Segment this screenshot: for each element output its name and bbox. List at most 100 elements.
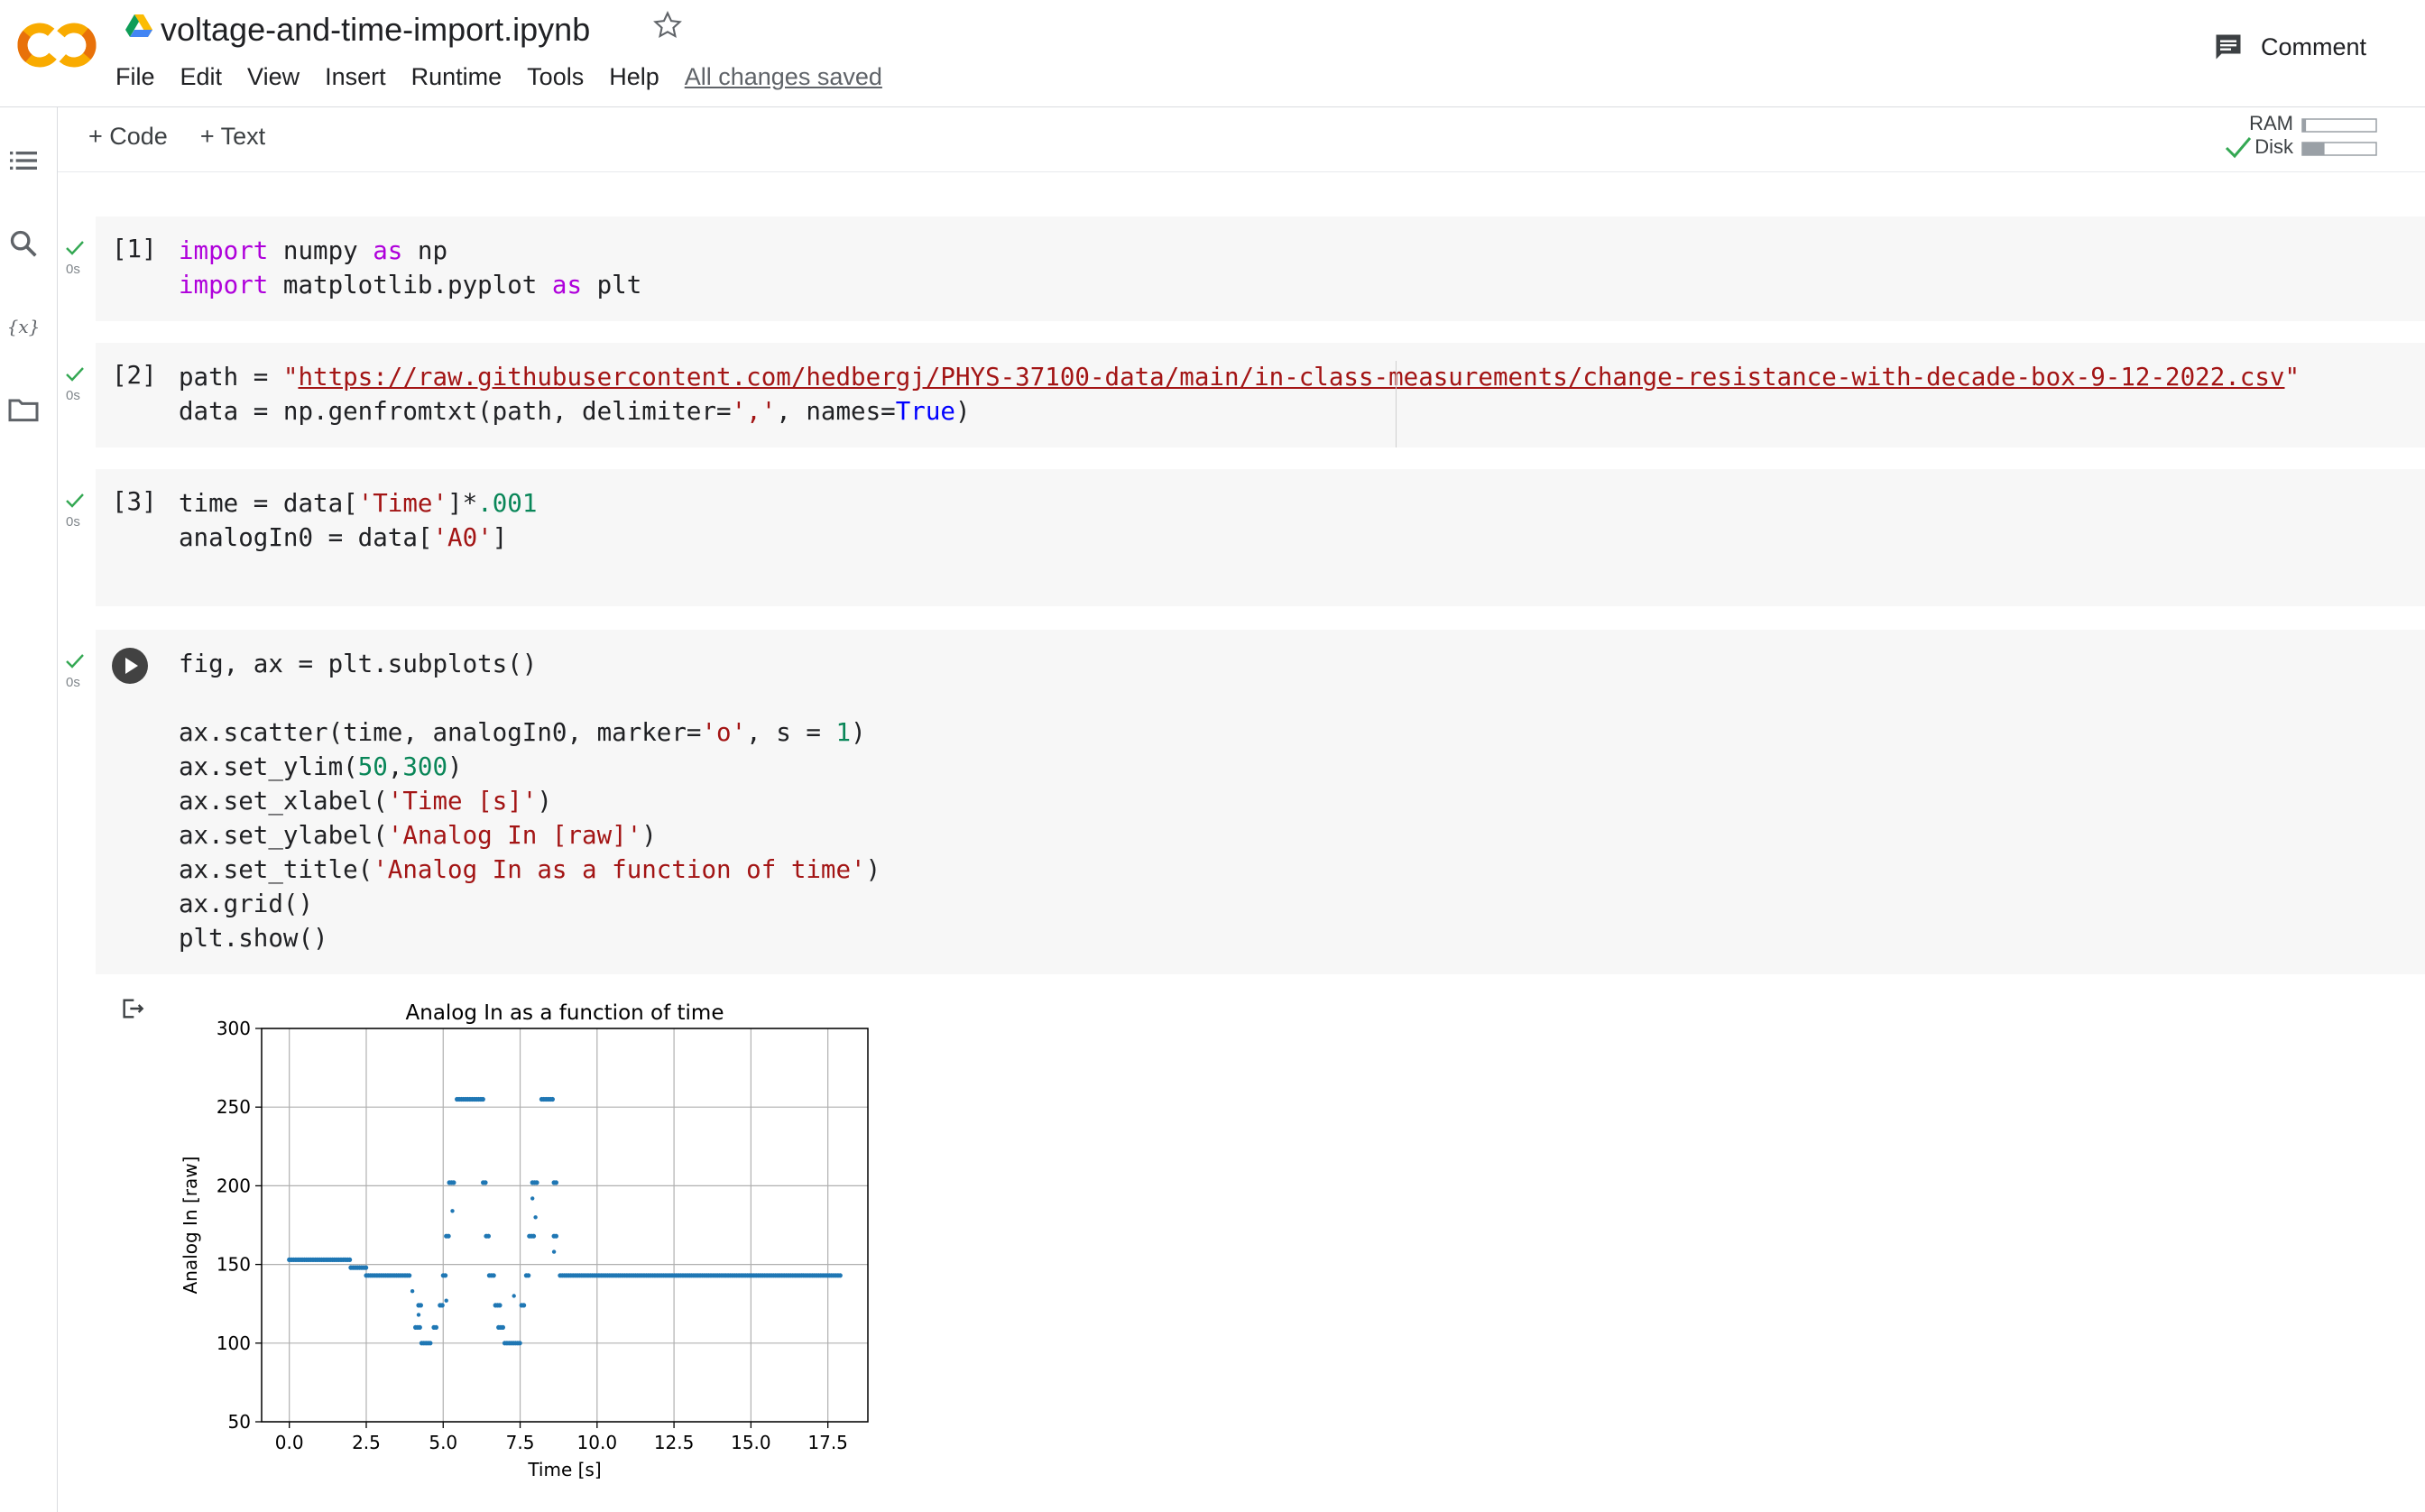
star-icon[interactable]	[651, 9, 684, 41]
notebook-title[interactable]: voltage-and-time-import.ipynb	[161, 11, 590, 49]
data-point	[521, 1303, 527, 1308]
disk-bar-fill	[2302, 143, 2325, 155]
svg-text:{x}: {x}	[7, 316, 41, 337]
scatter-chart: 0.0 2.5 5.0 7.5 10.0 12.5 15.0 17.5 50 100 150 200 2…	[180, 1001, 869, 1480]
connected-check-icon	[2225, 137, 2252, 159]
save-status-link[interactable]: All changes saved	[685, 63, 882, 91]
data-point	[517, 1341, 522, 1346]
menu-runtime[interactable]: Runtime	[411, 63, 503, 91]
menu-file[interactable]: File	[115, 63, 155, 91]
data-point	[410, 1289, 415, 1294]
data-point	[530, 1233, 537, 1239]
y-tick-label: 50	[228, 1411, 251, 1433]
data-point	[439, 1303, 445, 1308]
data-point	[428, 1341, 433, 1346]
y-tick-label: 150	[217, 1254, 251, 1276]
y-tick-label: 250	[217, 1096, 251, 1118]
data-point	[444, 1298, 448, 1303]
folder-icon[interactable]	[5, 392, 41, 428]
code-editor[interactable]: path = "https://raw.githubusercontent.co…	[179, 360, 2300, 429]
execution-count: [2]	[112, 361, 157, 390]
data-point	[416, 1313, 421, 1317]
data-point	[418, 1303, 423, 1308]
data-point	[433, 1324, 438, 1330]
menu-view[interactable]: View	[247, 63, 300, 91]
menu-edit[interactable]: Edit	[180, 63, 223, 91]
drive-icon	[125, 14, 152, 37]
data-point	[530, 1196, 535, 1201]
menu-bar: File Edit View Insert Runtime Tools Help…	[115, 63, 908, 91]
chart-title: Analog In as a function of time	[406, 1001, 724, 1025]
execution-count: [3]	[112, 487, 157, 516]
cell-duration: 0s	[66, 262, 80, 277]
x-tick-label: 12.5	[654, 1432, 695, 1453]
data-point	[443, 1273, 448, 1278]
data-point	[526, 1273, 531, 1278]
data-point	[533, 1215, 538, 1220]
x-tick-label: 7.5	[506, 1432, 535, 1453]
data-point	[407, 1273, 412, 1278]
data-point	[480, 1096, 485, 1102]
cell-duration: 0s	[66, 514, 80, 530]
ruler-line	[1396, 361, 1397, 447]
menu-tools[interactable]: Tools	[527, 63, 584, 91]
comment-icon	[2216, 34, 2241, 60]
code-editor[interactable]: fig, ax = plt.subplots() ax.scatter(time…	[179, 647, 881, 955]
data-point	[364, 1265, 369, 1270]
add-code-button[interactable]: + Code	[88, 123, 168, 151]
x-tick-label: 10.0	[577, 1432, 618, 1453]
data-point	[485, 1233, 491, 1239]
cell-toolbar: + Code + Text	[88, 123, 265, 151]
data-point	[837, 1273, 843, 1278]
rail-divider	[57, 107, 58, 1512]
data-point	[491, 1273, 496, 1278]
code-editor[interactable]: time = data['Time']*.001 analogIn0 = dat…	[179, 486, 537, 555]
y-tick-label: 300	[217, 1018, 251, 1039]
x-axis-label: Time [s]	[527, 1459, 601, 1480]
resource-monitor[interactable]: RAMDisk	[2223, 112, 2403, 168]
add-text-button[interactable]: + Text	[200, 123, 265, 151]
data-point	[347, 1257, 353, 1262]
menu-insert[interactable]: Insert	[325, 63, 386, 91]
search-icon[interactable]	[5, 226, 41, 262]
check-icon	[66, 241, 84, 255]
check-icon	[66, 654, 84, 668]
toolbar-divider	[58, 171, 2425, 172]
data-point	[417, 1324, 422, 1330]
ram-bar	[2301, 118, 2377, 133]
y-tick-label: 200	[217, 1175, 251, 1196]
x-tick-label: 17.5	[807, 1432, 848, 1453]
data-point	[549, 1096, 555, 1102]
check-icon	[66, 493, 84, 508]
run-icon[interactable]	[110, 646, 150, 686]
y-tick-label: 100	[217, 1332, 251, 1354]
comment-button[interactable]: Comment	[2212, 31, 2366, 63]
x-tick-label: 15.0	[731, 1432, 771, 1453]
variables-icon[interactable]: {x}	[5, 309, 41, 345]
data-point	[553, 1180, 558, 1185]
x-tick-label: 2.5	[352, 1432, 381, 1453]
data-point	[512, 1294, 516, 1298]
data-point	[534, 1180, 539, 1185]
toc-icon[interactable]	[5, 143, 41, 179]
colab-logo[interactable]	[13, 18, 103, 72]
data-point	[553, 1233, 558, 1239]
disk-label: Disk	[2254, 135, 2294, 158]
menu-help[interactable]: Help	[609, 63, 659, 91]
data-point	[446, 1233, 451, 1239]
data-point	[551, 1249, 557, 1254]
data-point	[483, 1180, 488, 1185]
header-divider	[0, 106, 2425, 107]
data-point	[500, 1324, 505, 1330]
x-tick-label: 5.0	[429, 1432, 457, 1453]
output-icon[interactable]	[117, 994, 148, 1023]
ram-label: RAM	[2249, 112, 2293, 134]
data-point	[497, 1303, 503, 1308]
y-axis-label: Analog In [raw]	[180, 1157, 201, 1295]
ram-bar-fill	[2302, 119, 2307, 132]
cell-duration: 0s	[66, 675, 80, 690]
execution-count: [1]	[112, 235, 157, 263]
code-editor[interactable]: import numpy as np import matplotlib.pyp…	[179, 234, 641, 302]
check-icon	[66, 367, 84, 382]
x-tick-label: 0.0	[275, 1432, 304, 1453]
